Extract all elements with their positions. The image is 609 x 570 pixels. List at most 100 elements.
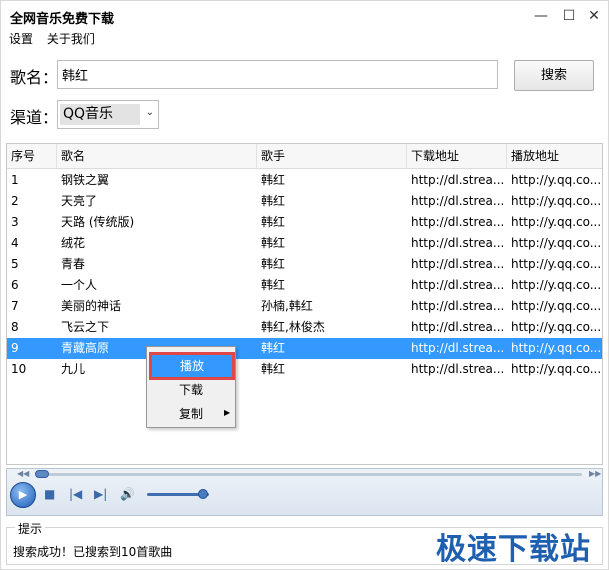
table-row[interactable]: 4 绒花 韩红 http://dl.strea... http://y.qq.co... (7, 233, 602, 254)
cell-song: 天亮了 (61, 194, 98, 208)
column-header-artist[interactable]: 歌手 (257, 144, 407, 168)
cell-artist: 韩红 (261, 173, 286, 187)
table-row[interactable]: 2 天亮了 韩红 http://dl.strea... http://y.qq.co..… (7, 191, 602, 212)
cell-index: 2 (11, 194, 19, 208)
context-menu-play[interactable]: 播放 (149, 352, 235, 380)
cell-artist: 韩红,林俊杰 (261, 320, 325, 334)
previous-button[interactable]: |◀ (69, 487, 82, 501)
seek-bar[interactable] (37, 473, 582, 476)
cell-play-url: http://y.qq.co... (511, 194, 602, 208)
cell-download-url: http://dl.strea... (411, 236, 505, 250)
cell-download-url: http://dl.strea... (411, 362, 505, 376)
cell-song: 天路 (传统版) (61, 215, 135, 229)
close-button[interactable]: ✕ (584, 7, 604, 25)
cell-artist: 韩红 (261, 236, 286, 250)
cell-song: 绒花 (61, 236, 86, 250)
volume-thumb[interactable] (197, 489, 208, 499)
cell-artist: 孙楠,韩红 (261, 299, 313, 313)
cell-play-url: http://y.qq.co... (511, 320, 602, 334)
table-header: 序号 歌名 歌手 下载地址 播放地址 (7, 144, 602, 169)
window-title: 全网音乐免费下载 (10, 12, 115, 27)
cell-artist: 韩红 (261, 278, 286, 292)
table-row[interactable]: 7 美丽的神话 孙楠,韩红 http://dl.strea... http://y.qq… (7, 296, 602, 317)
cell-download-url: http://dl.strea... (411, 320, 505, 334)
menu-settings[interactable]: 设置 (9, 32, 33, 46)
cell-song: 飞云之下 (61, 320, 110, 334)
channel-selected-value: QQ音乐 (60, 104, 140, 125)
seek-back-icon: ◀◀ (17, 469, 30, 478)
cell-play-url: http://y.qq.co... (511, 257, 602, 271)
cell-index: 9 (11, 341, 19, 355)
song-name-label: 歌名： (10, 68, 59, 87)
search-button[interactable]: 搜索 (514, 60, 594, 91)
cell-download-url: http://dl.strea... (411, 215, 505, 229)
cell-download-url: http://dl.strea... (411, 257, 505, 271)
title-bar: 全网音乐免费下载 — ☐ ✕ (1, 1, 608, 31)
channel-label: 渠道： (10, 108, 59, 127)
table-row[interactable]: 8 飞云之下 韩红,林俊杰 http://dl.strea... http://y.qq… (7, 317, 602, 338)
song-name-input[interactable] (57, 60, 498, 89)
table-row[interactable]: 6 一个人 韩红 http://dl.strea... http://y.qq.co..… (7, 275, 602, 296)
column-header-download-url[interactable]: 下载地址 (407, 144, 507, 168)
minimize-button[interactable]: — (531, 7, 551, 25)
cell-index: 7 (11, 299, 19, 313)
cell-index: 1 (11, 173, 19, 187)
chevron-down-icon: ⌄ (145, 107, 154, 118)
song-table: 序号 歌名 歌手 下载地址 播放地址 1 钢铁之翼 韩红 http://dl.stre… (6, 143, 603, 465)
context-menu-download[interactable]: 下载 (147, 379, 235, 401)
column-header-play-url[interactable]: 播放地址 (507, 144, 602, 168)
table-row[interactable]: 3 天路 (传统版) 韩红 http://dl.strea... http://y.qq… (7, 212, 602, 233)
cell-artist: 韩红 (261, 362, 286, 376)
cell-download-url: http://dl.strea... (411, 194, 505, 208)
cell-index: 5 (11, 257, 19, 271)
table-row[interactable]: 9 青藏高原 韩红 http://dl.strea... http://y.qq.co.… (7, 338, 602, 359)
app-window: 全网音乐免费下载 — ☐ ✕ 设置 关于我们 歌名： 搜索 渠道： QQ音乐 ⌄… (0, 0, 609, 570)
status-title: 提示 (15, 520, 46, 537)
play-button[interactable]: ▶ (10, 482, 36, 508)
cell-artist: 韩红 (261, 215, 286, 229)
seek-thumb[interactable] (35, 470, 49, 478)
table-row[interactable]: 10 九儿 韩红 http://dl.strea... http://y.qq.co..… (7, 359, 602, 380)
context-menu-copy[interactable]: 复制 (147, 403, 235, 425)
cell-play-url: http://y.qq.co... (511, 236, 602, 250)
cell-song: 一个人 (61, 278, 98, 292)
menu-about[interactable]: 关于我们 (47, 32, 95, 46)
column-header-song[interactable]: 歌名 (57, 144, 257, 168)
cell-song: 青春 (61, 257, 86, 271)
cell-play-url: http://y.qq.co... (511, 299, 602, 313)
submenu-arrow-icon: ▶ (224, 408, 231, 417)
cell-index: 10 (11, 362, 27, 376)
cell-play-url: http://y.qq.co... (511, 362, 602, 376)
cell-play-url: http://y.qq.co... (511, 278, 602, 292)
cell-play-url: http://y.qq.co... (511, 215, 602, 229)
cell-artist: 韩红 (261, 194, 286, 208)
table-row[interactable]: 5 青春 韩红 http://dl.strea... http://y.qq.co... (7, 254, 602, 275)
cell-index: 3 (11, 215, 19, 229)
seek-forward-icon: ▶▶ (589, 469, 602, 478)
stop-button[interactable]: ■ (44, 487, 55, 501)
cell-index: 4 (11, 236, 19, 250)
cell-index: 8 (11, 320, 19, 334)
cell-download-url: http://dl.strea... (411, 341, 505, 355)
cell-play-url: http://y.qq.co... (511, 341, 602, 355)
next-button[interactable]: ▶| (94, 487, 107, 501)
cell-download-url: http://dl.strea... (411, 278, 505, 292)
watermark-logo: 极速下载站 (436, 532, 591, 567)
menu-bar: 设置 关于我们 (9, 30, 105, 46)
cell-song: 钢铁之翼 (61, 173, 110, 187)
cell-download-url: http://dl.strea... (411, 299, 505, 313)
context-menu: 播放 下载 复制 ▶ (146, 346, 236, 428)
volume-icon[interactable]: 🔊 (120, 487, 135, 501)
cell-artist: 韩红 (261, 341, 286, 355)
cell-index: 6 (11, 278, 19, 292)
maximize-button[interactable]: ☐ (559, 7, 579, 25)
column-header-index[interactable]: 序号 (7, 144, 57, 168)
cell-song: 美丽的神话 (61, 299, 122, 313)
cell-play-url: http://y.qq.co... (511, 173, 602, 187)
media-player: ◀◀ ▶▶ ▶ ■ |◀ ▶| 🔊 (6, 468, 603, 516)
table-row[interactable]: 1 钢铁之翼 韩红 http://dl.strea... http://y.qq.co.… (7, 170, 602, 191)
status-message: 搜索成功！已搜索到10首歌曲 (13, 545, 173, 559)
channel-dropdown[interactable]: QQ音乐 ⌄ (57, 100, 159, 129)
cell-artist: 韩红 (261, 257, 286, 271)
cell-download-url: http://dl.strea... (411, 173, 505, 187)
